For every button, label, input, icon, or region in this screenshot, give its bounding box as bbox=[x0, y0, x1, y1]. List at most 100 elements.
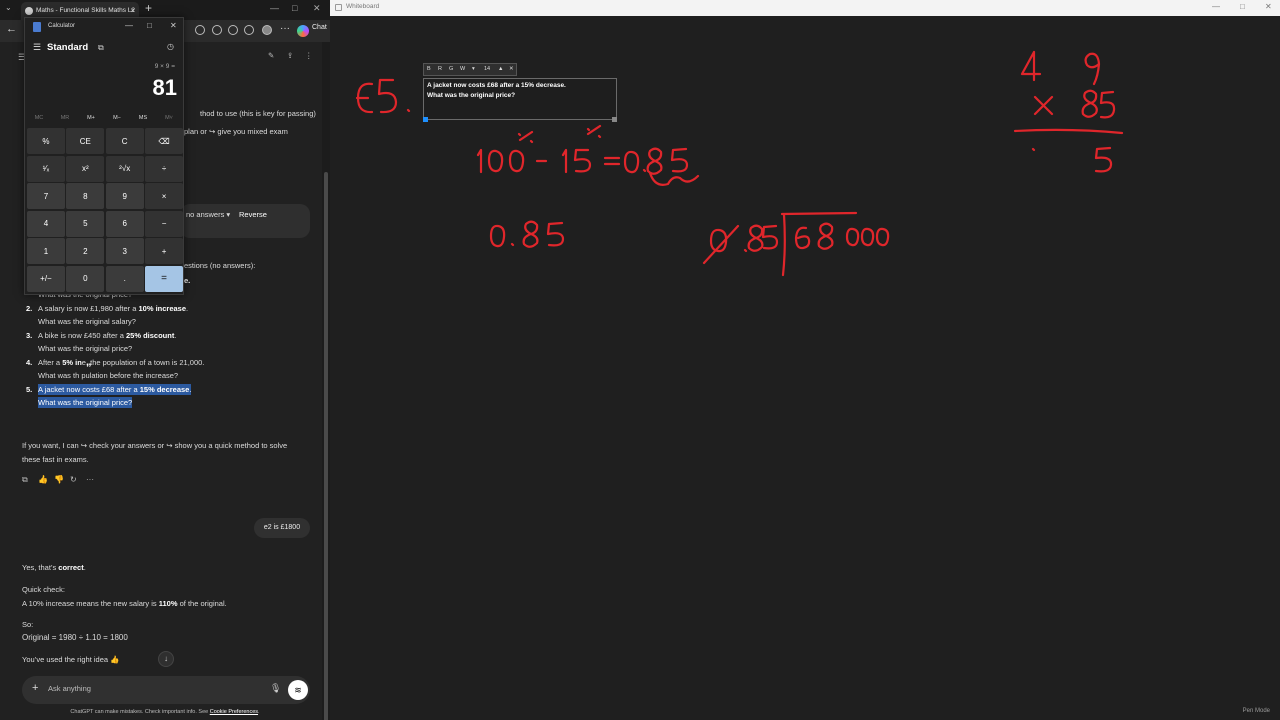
new-tab-button[interactable]: + bbox=[145, 1, 152, 15]
color-green-button[interactable]: G bbox=[449, 66, 453, 72]
collections-icon[interactable] bbox=[244, 25, 254, 35]
share-icon[interactable]: ⇪ bbox=[287, 51, 293, 60]
key-6[interactable]: 6 bbox=[105, 210, 144, 237]
tab-actions-icon[interactable]: ⌄ bbox=[5, 3, 12, 12]
font-size-up-button[interactable]: ▲ bbox=[498, 66, 503, 72]
mem-clear[interactable]: MC bbox=[27, 115, 51, 121]
q5-part-c: . bbox=[189, 385, 192, 394]
wb-close-icon[interactable]: ✕ bbox=[1265, 2, 1272, 11]
followup-text-2: these fast in exams. bbox=[22, 455, 89, 464]
more-icon[interactable]: ··· bbox=[86, 475, 94, 484]
key-4[interactable]: 4 bbox=[27, 210, 65, 237]
mem-recall[interactable]: MR bbox=[53, 115, 77, 121]
split-screen-icon[interactable] bbox=[212, 25, 222, 35]
regenerate-icon[interactable]: ↻ bbox=[70, 475, 77, 484]
attach-plus-icon[interactable]: + bbox=[32, 682, 38, 694]
calc-mode-title: Standard bbox=[47, 42, 89, 53]
thumbs-up-icon[interactable]: 👍 bbox=[38, 475, 48, 484]
q4-number: 4. bbox=[26, 358, 33, 367]
microphone-icon[interactable]: 🎙 bbox=[270, 683, 281, 694]
color-black-button[interactable]: B bbox=[427, 66, 431, 72]
reverse-option[interactable]: Reverse bbox=[239, 210, 267, 219]
key-2[interactable]: 2 bbox=[66, 238, 105, 264]
key-percent[interactable]: % bbox=[27, 128, 65, 154]
key-5[interactable]: 5 bbox=[66, 210, 105, 237]
wb-maximize-icon[interactable]: □ bbox=[1240, 2, 1245, 11]
q2-part-a: A salary is now £1,980 after a bbox=[38, 304, 139, 313]
new-chat-icon[interactable]: ✎ bbox=[268, 51, 274, 60]
chat-button[interactable]: Chat bbox=[312, 24, 327, 31]
key-multiply[interactable]: × bbox=[145, 183, 183, 209]
color-white-button[interactable]: W bbox=[460, 66, 465, 72]
q4-part-a: After a bbox=[38, 358, 63, 367]
calculator-window: Calculator — □ ✕ ☰ Standard ⧉ ◷ 9 × 9 = … bbox=[24, 17, 184, 295]
back-icon[interactable]: ← bbox=[6, 23, 17, 35]
chat-options-icon[interactable]: ⋮ bbox=[305, 51, 313, 60]
calc-result: 81 bbox=[152, 75, 177, 100]
copilot-icon[interactable] bbox=[297, 25, 309, 37]
reply-part-a: Yes, that’s bbox=[22, 563, 59, 572]
keep-on-top-icon[interactable]: ⧉ bbox=[98, 43, 104, 53]
right-idea-text: You’ve used the right idea 👍 bbox=[22, 655, 120, 664]
key-clear[interactable]: C bbox=[105, 128, 144, 154]
key-3[interactable]: 3 bbox=[105, 238, 144, 264]
scrollbar-thumb[interactable] bbox=[324, 172, 328, 720]
key-reciprocal[interactable]: ¹⁄ₓ bbox=[27, 155, 65, 182]
more-options-icon[interactable]: ··· bbox=[280, 23, 290, 34]
calc-minimize-icon[interactable]: — bbox=[125, 21, 133, 30]
tab-title: Maths - Functional Skills Maths L2 bbox=[36, 7, 135, 14]
voice-mode-button[interactable]: ≋ bbox=[288, 680, 308, 700]
close-window-icon[interactable]: ✕ bbox=[313, 3, 321, 14]
key-equals[interactable]: = bbox=[145, 265, 183, 292]
key-7[interactable]: 7 bbox=[27, 183, 65, 209]
resize-handle-right[interactable] bbox=[612, 117, 617, 122]
wb-minimize-icon[interactable]: — bbox=[1212, 2, 1220, 11]
calc-menu-icon[interactable]: ☰ bbox=[33, 42, 41, 53]
font-size-down-button[interactable]: ▾ bbox=[472, 66, 475, 72]
mem-store[interactable]: MS bbox=[131, 115, 155, 121]
maximize-icon[interactable]: □ bbox=[292, 3, 297, 13]
key-1[interactable]: 1 bbox=[27, 238, 65, 264]
cookie-preferences-link[interactable]: Cookie Preferences bbox=[210, 709, 258, 715]
key-square-root[interactable]: ²√x bbox=[105, 155, 144, 182]
chat-composer: + 🎙 ≋ bbox=[22, 676, 310, 704]
minimize-icon[interactable]: — bbox=[270, 3, 279, 13]
key-0[interactable]: 0 bbox=[66, 265, 105, 292]
key-negate[interactable]: +/− bbox=[27, 265, 65, 292]
q4-text: After a 5% ine, the population of a town… bbox=[38, 358, 204, 367]
key-backspace[interactable]: ⌫ bbox=[145, 128, 183, 154]
page-scrollbar[interactable] bbox=[322, 42, 330, 720]
q2-emphasis: 10% increase bbox=[138, 304, 187, 313]
extension-icon[interactable] bbox=[195, 25, 205, 35]
key-clear-entry[interactable]: CE bbox=[66, 128, 105, 154]
resize-handle-left[interactable] bbox=[423, 117, 428, 122]
calc-close-icon[interactable]: ✕ bbox=[170, 21, 177, 30]
key-plus[interactable]: + bbox=[145, 238, 183, 264]
color-red-button[interactable]: R bbox=[438, 66, 442, 72]
scroll-down-button[interactable]: ↓ bbox=[158, 651, 174, 667]
profile-avatar[interactable] bbox=[262, 25, 272, 35]
mem-add[interactable]: M+ bbox=[79, 115, 103, 121]
calc-maximize-icon[interactable]: □ bbox=[147, 21, 152, 30]
no-answers-option[interactable]: no answers ▾ bbox=[186, 210, 230, 219]
key-square[interactable]: x² bbox=[66, 155, 105, 182]
mem-subtract[interactable]: M− bbox=[105, 115, 129, 121]
reply-part-c: . bbox=[83, 563, 86, 572]
whiteboard-textbox[interactable]: A jacket now costs £68 after a 15% decre… bbox=[423, 78, 617, 122]
textbox-line-2: What was the original price? bbox=[427, 91, 516, 99]
q1-tail: e. bbox=[184, 276, 191, 285]
key-8[interactable]: 8 bbox=[66, 183, 105, 209]
key-9[interactable]: 9 bbox=[105, 183, 144, 209]
favorite-star-icon[interactable] bbox=[228, 25, 238, 35]
key-minus[interactable]: − bbox=[145, 210, 183, 237]
text-cursor-icon: ” bbox=[86, 362, 92, 374]
thumbs-down-icon[interactable]: 👎 bbox=[54, 475, 64, 484]
mem-list[interactable]: M˅ bbox=[157, 115, 181, 121]
key-decimal[interactable]: . bbox=[105, 265, 144, 292]
history-icon[interactable]: ◷ bbox=[167, 42, 174, 51]
copy-icon[interactable]: ⧉ bbox=[22, 475, 28, 485]
disclaimer-text: ChatGPT can make mistakes. Check importa… bbox=[70, 709, 210, 715]
ask-anything-input[interactable] bbox=[48, 684, 248, 693]
key-divide[interactable]: ÷ bbox=[145, 155, 183, 182]
textbox-close-button[interactable]: ✕ bbox=[509, 66, 514, 72]
